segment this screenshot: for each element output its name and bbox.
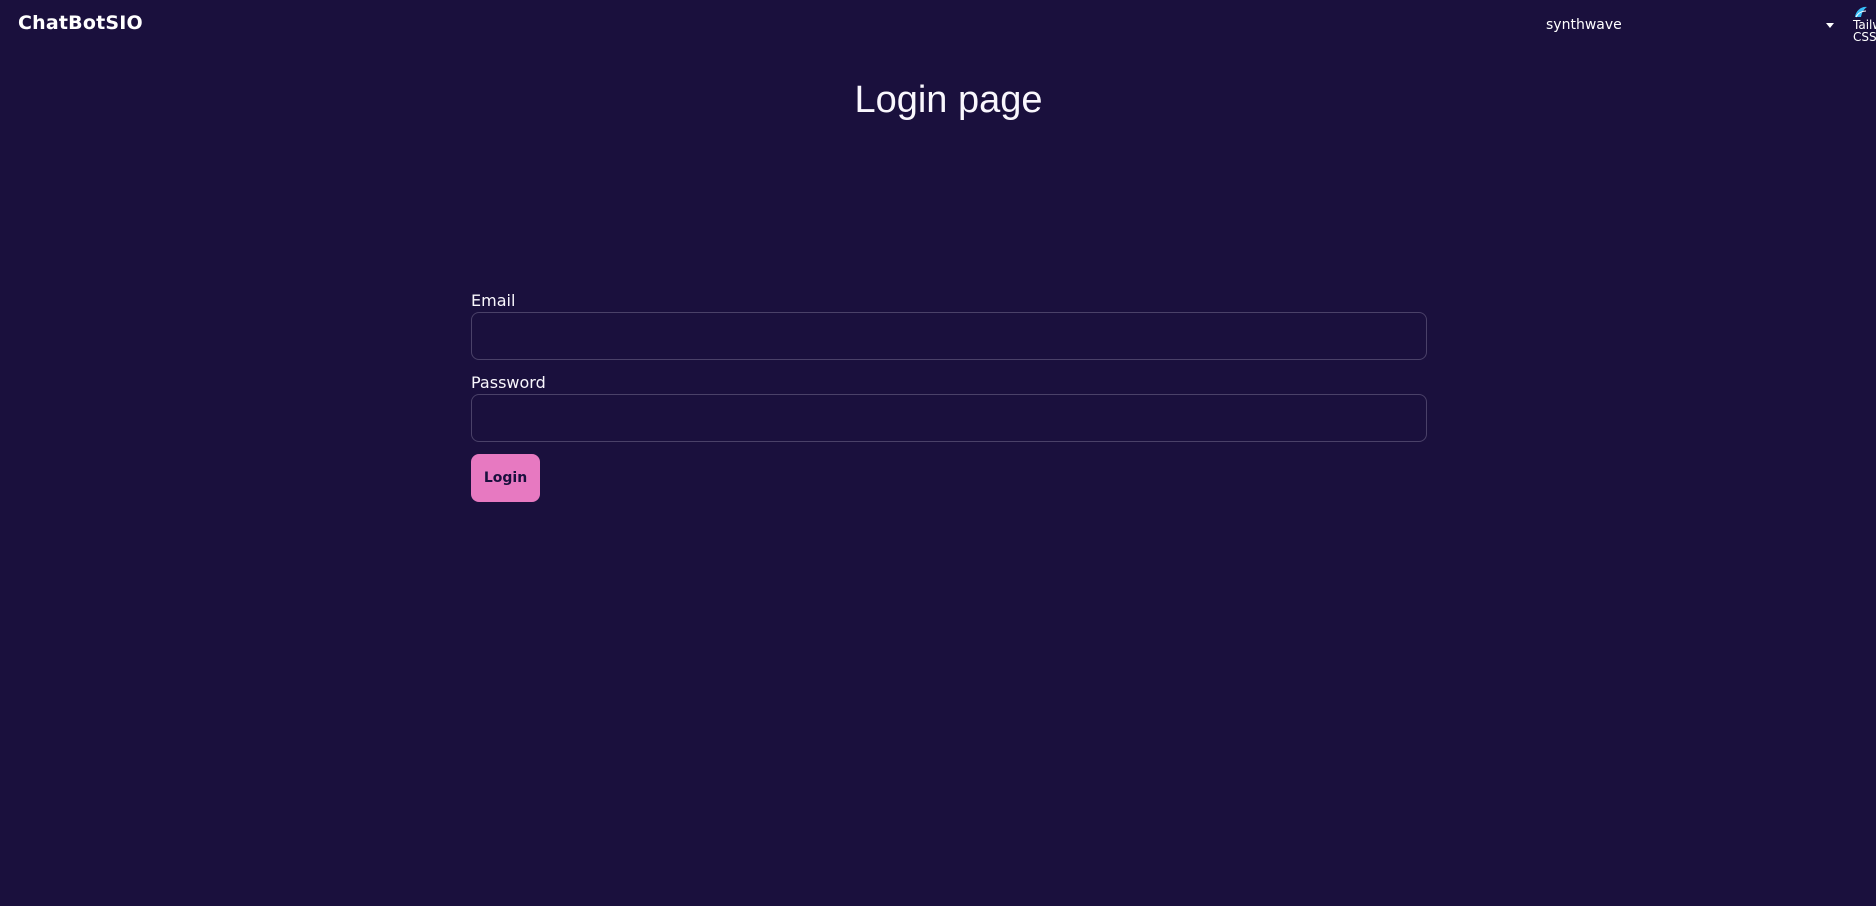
theme-select[interactable]: synthwave — [1538, 10, 1838, 40]
tailwind-logo-icon: Tailwind CSS — [1850, 5, 1876, 45]
email-label: Email — [471, 291, 516, 310]
tailwind-wave-icon — [1855, 6, 1867, 18]
login-button[interactable]: Login — [471, 454, 540, 502]
password-input[interactable] — [471, 394, 1427, 442]
brand-logo-link[interactable]: ChatBotSIO — [18, 12, 143, 34]
theme-select-value: synthwave — [1546, 17, 1622, 33]
chevron-down-icon — [1826, 22, 1834, 28]
page-title: Login page — [854, 79, 1043, 122]
email-input[interactable] — [471, 312, 1427, 360]
navbar: ChatBotSIO synthwave Tailwind CSS — [0, 0, 1876, 50]
tailwind-logo-text: Tailwind CSS — [1853, 18, 1876, 44]
password-label: Password — [471, 373, 546, 392]
login-form: Email Password Login — [471, 290, 1427, 502]
